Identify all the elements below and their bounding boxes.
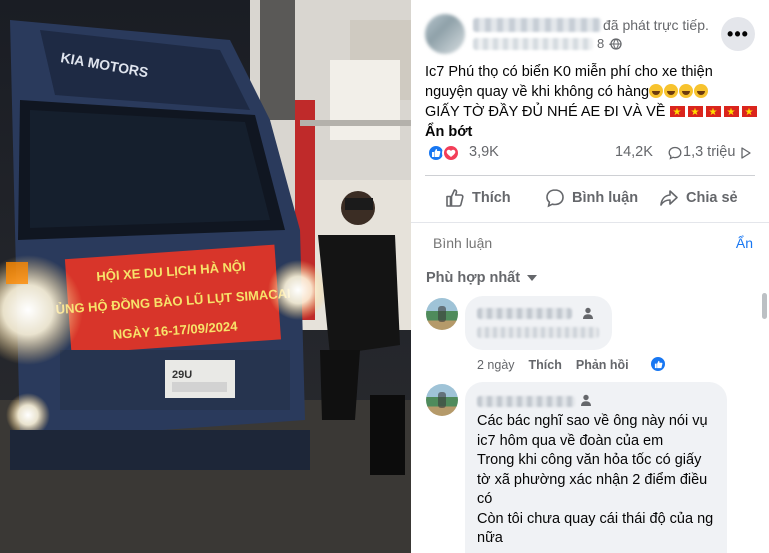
thumbs-up-icon xyxy=(446,189,464,207)
laughing-emoji-icon xyxy=(664,84,679,98)
post-text-line2: nguyện quay về khi không có hàng xyxy=(425,84,650,100)
post-text-line3: GIẤY TỜ ĐẦY ĐỦ NHÉ AE ĐI VÀ VỀ xyxy=(425,104,666,120)
commenter-avatar[interactable] xyxy=(426,384,458,416)
comment-line: có xyxy=(477,491,493,507)
author-name-blurred[interactable] xyxy=(473,18,601,32)
author-avatar[interactable] xyxy=(425,14,465,54)
caret-down-icon xyxy=(527,275,538,281)
comment-text: Các bác nghĩ sao về ông này nói vụ ic7 h… xyxy=(477,412,713,549)
share-button[interactable]: Chia sẻ xyxy=(659,180,738,216)
like-button[interactable]: Thích xyxy=(445,180,511,216)
like-icon xyxy=(654,360,662,368)
vietnam-flag-icon xyxy=(687,103,703,123)
like-label: Thích xyxy=(472,190,511,206)
vietnam-flag-icon xyxy=(705,103,721,123)
share-arrow-icon xyxy=(741,147,751,159)
love-reaction-icon[interactable] xyxy=(442,144,460,162)
divider xyxy=(425,175,755,176)
post-text-line2-wrap: nguyện quay về khi không có hàng xyxy=(425,82,759,102)
comment-count[interactable]: 14,2K xyxy=(615,144,653,160)
banner: HỘI XE DU LỊCH HÀ NỘI ỦNG HỘ ĐỒNG BÀO LŨ… xyxy=(55,244,291,355)
comment-line: Còn tôi chưa quay cái thái độ của ng xyxy=(477,510,714,527)
more-options-button[interactable]: ••• xyxy=(721,17,755,51)
laughing-emoji-icon xyxy=(694,84,709,98)
post-stats: 3,9K 14,2K 1,3 triệu xyxy=(425,142,755,164)
comment-label: Bình luận xyxy=(572,190,639,206)
comment-line: Trong khi công văn hỏa tốc có giấy xyxy=(477,452,702,468)
video-photo[interactable]: KIA MOTORS HỘI XE DU LỊCH HÀ NỘI ỦNG HỘ … xyxy=(0,0,411,553)
person-badge-icon xyxy=(583,307,593,319)
post-header: đã phát trực tiếp. 8 · ••• xyxy=(425,14,755,54)
scrollbar-thumb[interactable] xyxy=(762,293,767,319)
comment-input-row: Ẩn xyxy=(411,222,769,262)
laughing-emoji-icon xyxy=(679,84,694,98)
post-time-blurred[interactable] xyxy=(473,38,593,50)
comment-line: nữa xyxy=(477,530,503,546)
vietnam-flag-icon xyxy=(723,103,739,123)
comment-bubble-icon xyxy=(668,146,682,160)
comment-line: tờ xã phường xác nhận 2 điểm điều xyxy=(477,471,708,488)
comment-text-blurred xyxy=(477,327,599,338)
comment-reply-link[interactable]: Phản hồi xyxy=(576,358,629,372)
more-dots-icon: ••• xyxy=(727,23,749,44)
comment-icon xyxy=(546,189,564,208)
vietnam-flag-icon xyxy=(669,103,685,123)
commenter-name-blurred[interactable] xyxy=(477,396,575,407)
share-label: Chia sẻ xyxy=(686,190,738,206)
plate-text: 29U xyxy=(172,369,192,381)
post-text-line3-wrap: GIẤY TỜ ĐẦY ĐỦ NHÉ AE ĐI VÀ VỀ xyxy=(425,102,760,123)
comment-bubble xyxy=(465,296,612,350)
post-text: Ic7 Phú thọ có biển K0 miễn phí cho xe t… xyxy=(425,62,759,142)
vietnam-flag-group xyxy=(669,103,760,123)
comment-input[interactable] xyxy=(433,235,614,251)
globe-icon xyxy=(610,38,622,50)
comment-sort-dropdown[interactable]: Phù hợp nhất xyxy=(426,270,538,286)
comment-line: Các bác nghĩ sao về ông này nói vụ xyxy=(477,413,708,429)
share-icon xyxy=(660,190,678,206)
comment-like-badge[interactable] xyxy=(649,355,667,373)
post-text-line1: Ic7 Phú thọ có biển K0 miễn phí cho xe t… xyxy=(425,64,713,80)
person-badge-icon xyxy=(581,394,591,406)
post-actions: Thích Bình luận Chia sẻ xyxy=(425,180,755,216)
live-status-text: đã phát trực tiếp. xyxy=(603,17,709,33)
comment-meta: 2 ngày Thích Phản hồi xyxy=(477,358,643,372)
hide-comments-link[interactable]: Ẩn xyxy=(736,235,753,251)
comment-button[interactable]: Bình luận xyxy=(545,180,638,216)
commenter-avatar[interactable] xyxy=(426,298,458,330)
reaction-count[interactable]: 3,9K xyxy=(469,144,499,160)
comment-line: ic7 hôm qua về đoàn của em xyxy=(477,432,664,449)
comment-time[interactable]: 2 ngày xyxy=(477,358,515,372)
sort-label: Phù hợp nhất xyxy=(426,270,521,286)
comment-like-link[interactable]: Thích xyxy=(529,358,562,372)
laugh-emoji-group xyxy=(649,84,709,100)
see-less-link[interactable]: Ẩn bớt xyxy=(425,122,759,142)
truck-scene: KIA MOTORS HỘI XE DU LỊCH HÀ NỘI ỦNG HỘ … xyxy=(0,0,411,553)
post-panel: đã phát trực tiếp. 8 · ••• Ic7 Phú thọ c… xyxy=(411,0,769,553)
vietnam-flag-icon xyxy=(741,103,757,123)
view-count: 1,3 triệu xyxy=(683,144,736,160)
commenter-name-blurred[interactable] xyxy=(477,308,572,319)
laughing-emoji-icon xyxy=(649,84,664,98)
